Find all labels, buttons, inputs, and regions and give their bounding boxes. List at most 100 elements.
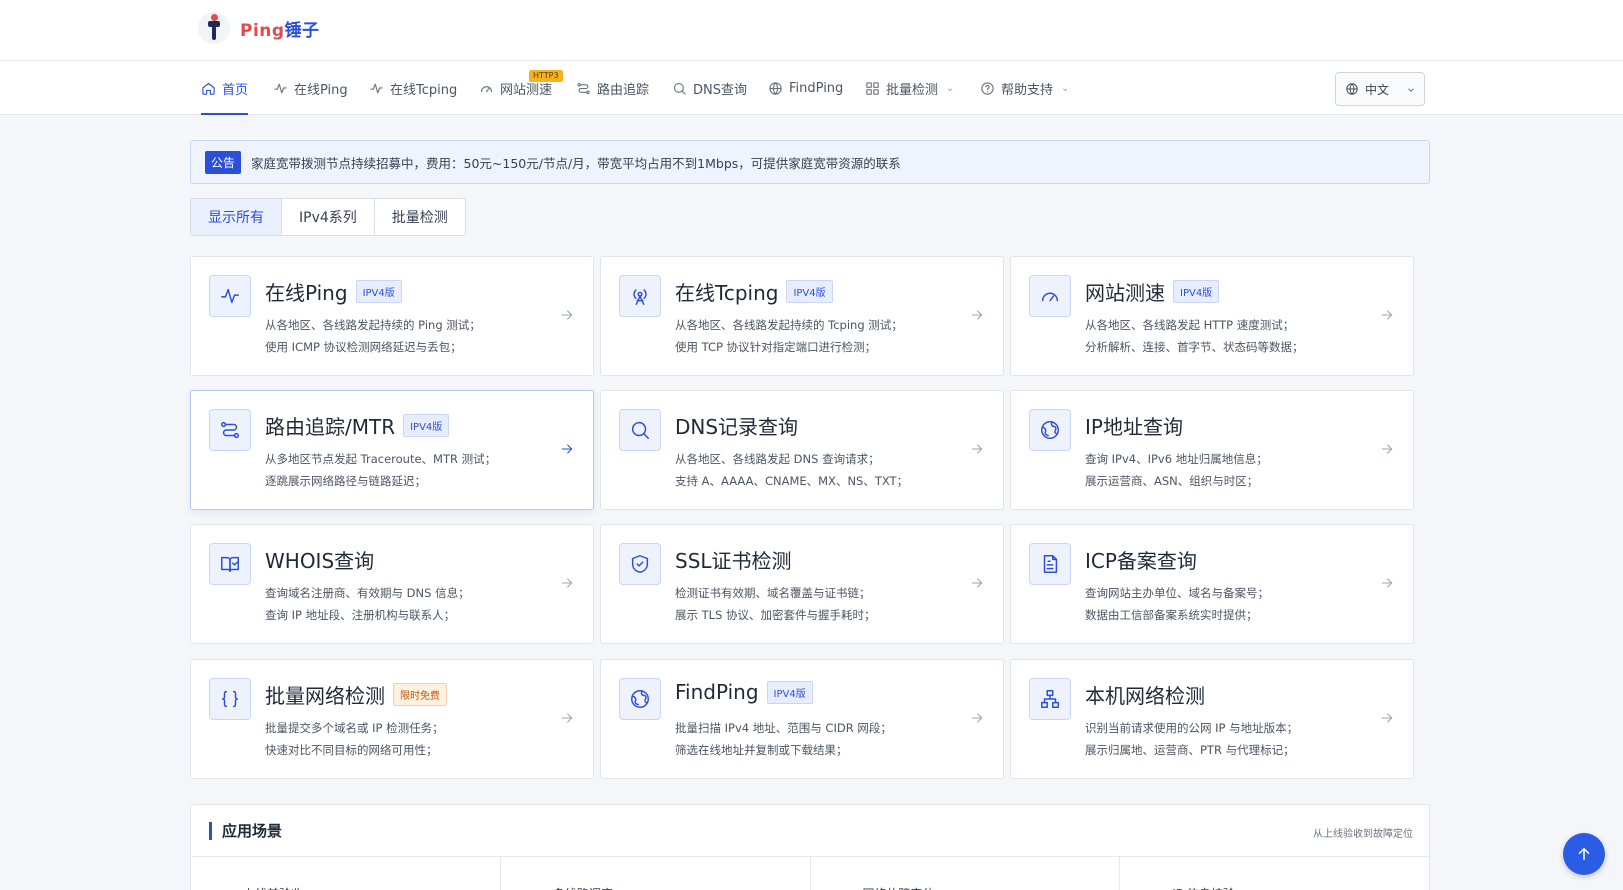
card-title-row: 在线Tcping IPV4版	[675, 277, 833, 306]
logo[interactable]: Ping锤子	[198, 12, 320, 44]
card-description-line: 逐跳展示网络路径与链路延迟；	[265, 474, 426, 488]
card-description-line: 批量提交多个域名或 IP 检测任务；	[265, 721, 444, 735]
brand-name-part-a: Ping	[240, 20, 285, 41]
language-select[interactable]: 中文	[1335, 72, 1425, 106]
http3-badge: HTTP3	[529, 70, 563, 82]
card-description-line: 识别当前请求使用的公网 IP 与地址版本；	[1085, 721, 1299, 735]
filter-batch[interactable]: 批量检测	[375, 199, 465, 235]
tool-card[interactable]: WHOIS查询 查询域名注册商、有效期与 DNS 信息； 查询 IP 地址段、注…	[190, 524, 594, 644]
filter-tabs: 显示所有 IPv4系列 批量检测	[190, 198, 466, 236]
speedometer-icon	[480, 85, 493, 92]
globe-icon	[769, 81, 782, 95]
nav-item-tcping[interactable]: 在线Tcping	[369, 61, 457, 115]
scenario-item[interactable]: 多线路调度	[501, 857, 811, 890]
arrow-right-icon	[561, 444, 573, 454]
brand-name: Ping锤子	[240, 16, 320, 41]
arrow-right-icon	[1381, 310, 1393, 320]
card-title-row: 路由追踪/MTR IPV4版	[265, 411, 450, 440]
globe-icon	[1346, 83, 1358, 95]
card-icon-box	[619, 409, 661, 451]
card-title-row: SSL证书检测	[675, 545, 792, 574]
card-title: IP地址查询	[1085, 415, 1183, 439]
filter-ipv4[interactable]: IPv4系列	[282, 199, 375, 235]
tool-card[interactable]: FindPing IPV4版 批量扫描 IPv4 地址、范围与 CIDR 网段；…	[600, 659, 1004, 779]
scenarios-title: 应用场景	[222, 822, 283, 840]
tool-card[interactable]: 本机网络检测 识别当前请求使用的公网 IP 与地址版本； 展示归属地、运营商、P…	[1010, 659, 1414, 779]
card-title: SSL证书检测	[675, 549, 792, 573]
card-description-line: 展示 TLS 协议、加密套件与握手耗时；	[675, 608, 876, 622]
search-icon	[673, 82, 686, 95]
nav-item-home[interactable]: 首页	[201, 61, 249, 115]
tool-card[interactable]: 在线Tcping IPV4版 从各地区、各线路发起持续的 Tcping 测试； …	[600, 256, 1004, 376]
scenario-item[interactable]: IP 信息核验	[1120, 857, 1429, 890]
card-description-line: 检测证书有效期、域名覆盖与证书链；	[675, 586, 871, 600]
nav-item-label: 路由追踪	[597, 82, 650, 98]
card-badge: IPV4版	[403, 414, 450, 437]
network-icon	[1041, 690, 1059, 708]
arrow-right-icon	[1381, 444, 1393, 454]
pulse-icon	[274, 83, 287, 93]
card-description-line: 快速对比不同目标的网络可用性；	[265, 743, 438, 757]
tool-card[interactable]: 路由追踪/MTR IPV4版 从多地区节点发起 Traceroute、MTR 测…	[190, 390, 594, 510]
scenarios-header: 应用场景 从上线验收到故障定位	[191, 805, 1429, 857]
top-header: Ping锤子	[0, 0, 1623, 61]
tool-card[interactable]: 网站测速 IPV4版 从各地区、各线路发起 HTTP 速度测试； 分析解析、连接…	[1010, 256, 1414, 376]
card-title-row: FindPing IPV4版	[675, 680, 813, 704]
card-title: ICP备案查询	[1085, 549, 1197, 573]
home-icon	[202, 82, 215, 95]
card-badge: IPV4版	[786, 280, 833, 303]
shield-icon	[631, 555, 649, 573]
tool-card[interactable]: 批量网络检测 限时免费 批量提交多个域名或 IP 检测任务； 快速对比不同目标的…	[190, 659, 594, 779]
tool-card[interactable]: 在线Ping IPV4版 从各地区、各线路发起持续的 Ping 测试； 使用 I…	[190, 256, 594, 376]
nav-item-help[interactable]: 帮助支持 ⌄	[980, 61, 1069, 115]
card-description-line: 筛选在线地址并复制或下载结果；	[675, 743, 848, 757]
filter-all[interactable]: 显示所有	[191, 199, 282, 235]
arrow-right-icon	[561, 310, 573, 320]
card-title-row: 本机网络检测	[1085, 680, 1205, 709]
announcement-tag: 公告	[205, 150, 242, 174]
card-badge: IPV4版	[1173, 280, 1220, 303]
card-title-row: DNS记录查询	[675, 411, 798, 440]
antenna-icon	[633, 289, 647, 305]
arrow-right-icon	[1381, 713, 1393, 723]
main-nav: 首页 在线Ping 在线Tcping 网站测速 路由追踪 DNS查询 FindP…	[0, 61, 1623, 115]
scenario-item[interactable]: 网络故障定位	[811, 857, 1121, 890]
card-title: FindPing	[675, 680, 759, 704]
card-title: 路由追踪/MTR	[265, 415, 396, 439]
scenario-item[interactable]: 上线前验收	[191, 857, 501, 890]
arrow-right-icon	[561, 713, 573, 723]
nav-item-dns[interactable]: DNS查询	[672, 61, 747, 115]
book-icon	[221, 556, 239, 573]
section-accent-bar	[209, 821, 212, 840]
nav-item-traceroute[interactable]: 路由追踪	[576, 61, 649, 115]
tool-card[interactable]: IP地址查询 查询 IPv4、IPv6 地址归属地信息； 展示运营商、ASN、组…	[1010, 390, 1414, 510]
card-title-row: 在线Ping IPV4版	[265, 277, 402, 306]
nav-item-batch[interactable]: 批量检测 ⌄	[865, 61, 954, 115]
tool-card[interactable]: ICP备案查询 查询网站主办单位、域名与备案号； 数据由工信部备案系统实时提供；	[1010, 524, 1414, 644]
arrow-right-icon	[1381, 578, 1393, 588]
nav-item-label: 首页	[222, 82, 249, 98]
card-description-line: 批量扫描 IPv4 地址、范围与 CIDR 网段；	[675, 721, 892, 735]
nav-item-ping[interactable]: 在线Ping	[273, 61, 348, 115]
card-description-line: 数据由工信部备案系统实时提供；	[1085, 608, 1258, 622]
tool-card[interactable]: DNS记录查询 从各地区、各线路发起 DNS 查询请求； 支持 A、AAAA、C…	[600, 390, 1004, 510]
card-title-row: 网站测速 IPV4版	[1085, 277, 1220, 306]
card-icon-box	[1029, 678, 1071, 720]
logo-icon	[198, 12, 230, 44]
back-to-top-button[interactable]	[1563, 833, 1605, 875]
card-title: 在线Tcping	[675, 281, 779, 305]
card-description-line: 从各地区、各线路发起 DNS 查询请求；	[675, 452, 880, 466]
document-icon	[1043, 555, 1058, 573]
arrow-right-icon	[971, 578, 983, 588]
card-title-row: ICP备案查询	[1085, 545, 1197, 574]
nav-item-findping[interactable]: FindPing	[768, 61, 843, 115]
tool-card[interactable]: SSL证书检测 检测证书有效期、域名覆盖与证书链； 展示 TLS 协议、加密套件…	[600, 524, 1004, 644]
card-icon-box	[209, 409, 251, 451]
braces-icon	[221, 690, 239, 708]
nav-item-label: 在线Tcping	[390, 82, 458, 98]
nav-item-label: DNS查询	[693, 82, 747, 98]
route-icon	[577, 82, 590, 94]
card-title-row: WHOIS查询	[265, 545, 374, 574]
arrow-right-icon	[561, 578, 573, 588]
card-icon-box	[1029, 275, 1071, 317]
